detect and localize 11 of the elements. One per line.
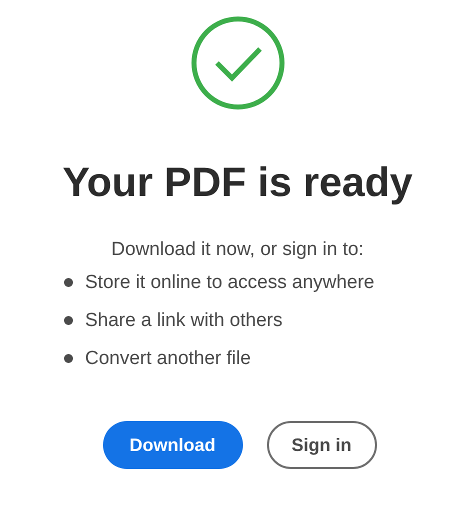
benefit-text: Share a link with others: [85, 309, 282, 333]
bullet-icon: [64, 316, 73, 325]
intro-text: Download it now, or sign in to:: [111, 238, 364, 262]
benefit-text: Convert another file: [85, 347, 251, 371]
bullet-icon: [64, 354, 73, 363]
download-button[interactable]: Download: [102, 421, 242, 469]
benefit-text: Store it online to access anywhere: [85, 271, 374, 295]
bullet-icon: [64, 278, 73, 287]
check-circle-icon: [190, 15, 286, 111]
sign-in-button[interactable]: Sign in: [266, 421, 376, 469]
page-title: Your PDF is ready: [62, 158, 413, 206]
